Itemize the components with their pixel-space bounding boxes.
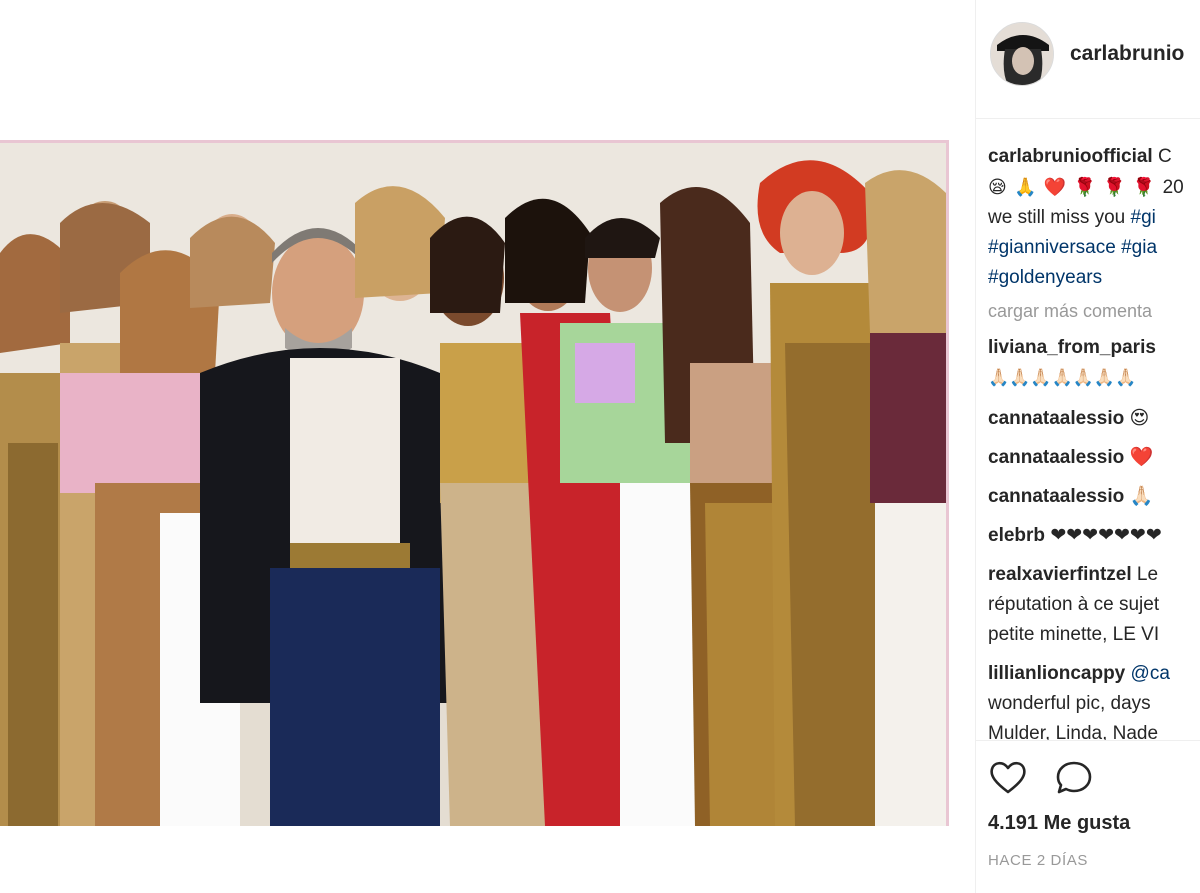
comment-username[interactable]: liviana_from_paris [988,337,1156,358]
comment-username[interactable]: cannataalessio [988,447,1124,468]
comment-username[interactable]: cannataalessio [988,408,1124,429]
post-photo[interactable] [0,140,949,826]
caption-line-3: we still miss you #gi [988,203,1200,233]
comment-item: elebrb ❤❤❤❤❤❤❤ [988,521,1200,551]
emoji-sad: 😪 [988,177,1007,197]
comment-text: ❤️ [1129,447,1154,468]
comment-username[interactable]: cannataalessio [988,486,1124,507]
post-username[interactable]: carlabrunio [1070,42,1184,66]
emoji-heart: ❤️ [1043,177,1067,197]
post-header: carlabrunio [976,0,1200,118]
post-photo-illustration [0,143,946,826]
column-divider [975,0,976,893]
hashtag-link[interactable]: #gianniversace [988,237,1116,258]
caption-line-1: carlabrunioofficial C [988,142,1200,172]
comment-button[interactable] [1054,758,1094,798]
post-timestamp[interactable]: HACE 2 DÍAS [988,852,1088,869]
comment-text: petite minette, LE VI [988,624,1160,645]
comment-text: 🙏🏻 [1129,486,1154,507]
avatar[interactable] [990,22,1054,86]
speech-bubble-icon [1056,761,1092,794]
hashtag-link[interactable]: #gi [1131,207,1156,228]
comment-mention[interactable]: @ca [1131,663,1170,684]
comment-text: wonderful pic, days [988,693,1151,714]
caption-line-2: 😪 🙏 ❤️ 🌹 🌹 🌹 20 [988,172,1200,203]
comment-item: 🙏🏻🙏🏻🙏🏻🙏🏻🙏🏻🙏🏻🙏🏻 [988,363,1200,393]
heart-outline-icon [990,761,1026,794]
emoji-rose: 🌹 [1132,177,1156,197]
load-more-comments-link[interactable]: cargar más comenta [988,297,1200,325]
comment-text: Le [1136,564,1159,585]
caption-year-fragment: 20 [1162,177,1184,198]
comment-item: cannataalessio 🙏🏻 [988,482,1200,512]
comment-item: cannataalessio 😍 [988,404,1200,434]
comment-text: 🙏🏻🙏🏻🙏🏻🙏🏻🙏🏻🙏🏻🙏🏻 [988,368,1137,387]
hashtag-link[interactable]: #goldenyears [988,267,1102,288]
caption-text: C [1157,146,1172,167]
comment-text: réputation à ce sujet [988,594,1160,615]
avatar-portrait [991,23,1053,85]
comment-username[interactable]: realxavierfintzel [988,564,1132,585]
comment-username[interactable]: elebrb [988,525,1045,546]
comments-list[interactable]: carlabrunioofficial C 😪 🙏 ❤️ 🌹 🌹 🌹 20 we… [988,142,1200,740]
caption-line-5: #goldenyears [988,263,1200,293]
emoji-rose: 🌹 [1073,177,1096,197]
caption: carlabrunioofficial C 😪 🙏 ❤️ 🌹 🌹 🌹 20 we… [988,142,1200,293]
caption-username[interactable]: carlabrunioofficial [988,146,1153,167]
caption-text: we still miss you [988,207,1126,228]
media-column [0,0,975,893]
comment-text: ❤❤❤❤❤❤❤ [1050,525,1162,546]
comment-item: liviana_from_paris [988,333,1200,363]
emoji-rose: 🌹 [1103,177,1126,197]
comment-text: 😍 [1129,408,1150,429]
comment-item: cannataalessio ❤️ [988,443,1200,473]
caption-line-4: #gianniversace #gia [988,233,1200,263]
header-divider [976,118,1200,119]
like-count[interactable]: 4.191 Me gusta [988,812,1130,835]
comment-item: realxavierfintzel Le réputation à ce suj… [988,560,1200,650]
comment-text: Mulder, Linda, Nade [988,723,1159,740]
hashtag-link[interactable]: #gia [1121,237,1157,258]
comment-item: lillianlioncappy @ca wonderful pic, days… [988,659,1200,740]
comment-username[interactable]: lillianlioncappy [988,663,1125,684]
emoji-pray: 🙏 [1014,177,1037,197]
actions-divider [976,740,1200,741]
like-button[interactable] [988,758,1028,798]
